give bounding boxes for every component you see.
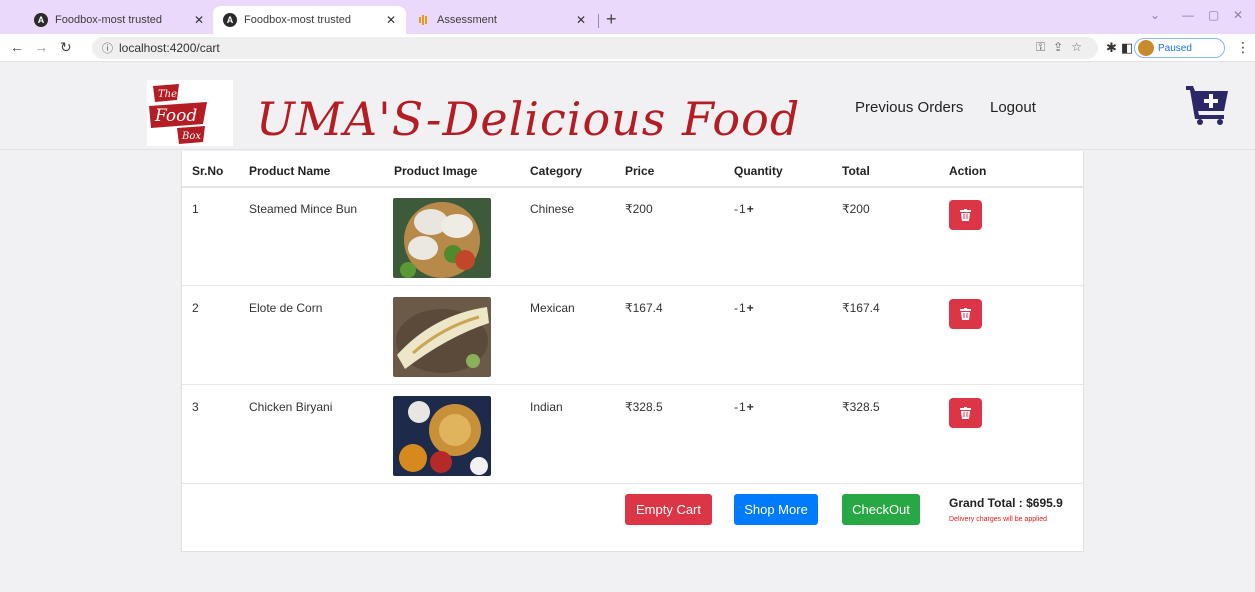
- grand-total: Grand Total : $695.9: [949, 496, 1063, 510]
- info-icon[interactable]: ⓘ: [102, 40, 113, 56]
- nav-previous-orders[interactable]: Previous Orders: [855, 99, 963, 116]
- close-icon[interactable]: ✕: [576, 13, 586, 27]
- column-header-price: Price: [625, 164, 655, 178]
- row-srno: 3: [192, 400, 199, 414]
- minimize-icon[interactable]: —: [1182, 8, 1194, 22]
- close-icon[interactable]: ✕: [386, 13, 396, 27]
- row-total: ₹328.5: [842, 400, 880, 414]
- row-price: ₹167.4: [625, 301, 663, 315]
- trash-icon: [960, 407, 971, 419]
- browser-tab-strip: A Foodbox-most trusted ✕ A Foodbox-most …: [0, 0, 1255, 34]
- row-price: ₹328.5: [625, 400, 663, 414]
- grilled-corn-photo: [393, 297, 491, 377]
- column-header-product-name: Product Name: [249, 164, 331, 178]
- side-panel-icon[interactable]: ◧: [1121, 40, 1133, 56]
- close-icon[interactable]: ✕: [194, 13, 204, 27]
- url-text: localhost:4200/cart: [119, 41, 220, 55]
- nav-logout[interactable]: Logout: [990, 99, 1036, 116]
- extensions-icon[interactable]: ✱: [1106, 40, 1117, 56]
- qty-increase-button[interactable]: +: [747, 400, 755, 414]
- logo-text-food: Food: [154, 106, 197, 126]
- tab-title: Assessment: [437, 14, 497, 26]
- profile-button[interactable]: Paused: [1134, 38, 1225, 58]
- quantity-stepper: -1+: [734, 301, 755, 315]
- browser-tab[interactable]: Assessment ✕: [406, 6, 596, 34]
- new-tab-icon[interactable]: +: [606, 9, 617, 30]
- qty-value: 1: [739, 202, 747, 216]
- tab-search-icon[interactable]: ⌄: [1150, 8, 1160, 22]
- analytics-icon: [416, 13, 430, 27]
- dumplings-photo: [393, 198, 491, 278]
- food-box-logo[interactable]: The Food Box: [147, 80, 233, 146]
- row-total: ₹167.4: [842, 301, 880, 315]
- qty-increase-button[interactable]: +: [747, 202, 755, 216]
- empty-cart-button[interactable]: Empty Cart: [625, 494, 712, 525]
- quantity-stepper: -1+: [734, 400, 755, 414]
- checkout-button[interactable]: CheckOut: [842, 494, 920, 525]
- table-row: 2 Elote de Corn Mexican ₹167.4 -1+ ₹167.…: [182, 287, 1083, 385]
- tab-title: Foodbox-most trusted: [244, 14, 351, 26]
- column-header-srno: Sr.No: [192, 164, 224, 178]
- row-srno: 1: [192, 202, 199, 216]
- browser-tab-active[interactable]: A Foodbox-most trusted ✕: [213, 6, 406, 34]
- more-menu-icon[interactable]: ⋮: [1236, 39, 1250, 56]
- trash-icon: [960, 209, 971, 221]
- row-category: Mexican: [530, 301, 575, 315]
- maximize-icon[interactable]: ▢: [1208, 8, 1219, 22]
- row-price: ₹200: [625, 202, 653, 216]
- address-bar[interactable]: ⓘ localhost:4200/cart ⚿⇪☆: [92, 37, 1098, 59]
- table-row: 3 Chicken Biryani Indian ₹328.5 -1+ ₹328…: [182, 386, 1083, 484]
- back-icon[interactable]: ←: [10, 39, 24, 55]
- browser-tab[interactable]: A Foodbox-most trusted ✕: [24, 6, 214, 34]
- cart-plus-icon[interactable]: [1186, 83, 1230, 125]
- logo-text-the: The: [158, 89, 177, 100]
- column-header-action: Action: [949, 164, 987, 178]
- logo-text-box: Box: [181, 131, 201, 142]
- forward-icon[interactable]: →: [34, 39, 48, 55]
- browser-toolbar: ← → ↻ ⓘ localhost:4200/cart ⚿⇪☆ ✱ ◧ Paus…: [0, 34, 1255, 62]
- row-srno: 2: [192, 301, 199, 315]
- angular-icon: A: [223, 13, 237, 27]
- row-total: ₹200: [842, 202, 870, 216]
- column-header-total: Total: [842, 164, 870, 178]
- window-close-icon[interactable]: ✕: [1233, 8, 1243, 22]
- row-category: Chinese: [530, 202, 575, 216]
- row-product-name: Steamed Mince Bun: [249, 202, 358, 216]
- cart-table: Sr.No Product Name Product Image Categor…: [181, 151, 1084, 552]
- delete-item-button[interactable]: [949, 200, 982, 230]
- row-product-name: Chicken Biryani: [249, 400, 333, 414]
- table-row: 1 Steamed Mince Bun Chinese ₹200 -1+ ₹20…: [182, 188, 1083, 286]
- reload-icon[interactable]: ↻: [60, 39, 72, 56]
- trash-icon: [960, 308, 971, 320]
- delete-item-button[interactable]: [949, 299, 982, 329]
- delete-item-button[interactable]: [949, 398, 982, 428]
- row-category: Indian: [530, 400, 563, 414]
- column-header-quantity: Quantity: [734, 164, 783, 178]
- column-header-category: Category: [530, 164, 583, 178]
- delivery-note: Delivery charges will be applied: [949, 516, 1048, 523]
- biryani-photo: [393, 396, 491, 476]
- qty-increase-button[interactable]: +: [747, 301, 755, 315]
- row-product-name: Elote de Corn: [249, 301, 323, 315]
- qty-value: 1: [739, 301, 747, 315]
- brand-title: UMA'S-Delicious Food: [256, 92, 801, 146]
- column-header-product-image: Product Image: [394, 164, 478, 178]
- shop-more-button[interactable]: Shop More: [734, 494, 818, 525]
- quantity-stepper: -1+: [734, 202, 755, 216]
- key-share-star-icons[interactable]: ⚿⇪☆: [1036, 40, 1090, 55]
- site-header: The Food Box UMA'S-Delicious Food Previo…: [0, 62, 1255, 150]
- avatar: [1138, 40, 1154, 56]
- qty-value: 1: [739, 400, 747, 414]
- profile-status: Paused: [1158, 42, 1192, 54]
- angular-icon: A: [34, 13, 48, 27]
- tab-divider: [598, 14, 599, 28]
- tab-title: Foodbox-most trusted: [55, 14, 162, 26]
